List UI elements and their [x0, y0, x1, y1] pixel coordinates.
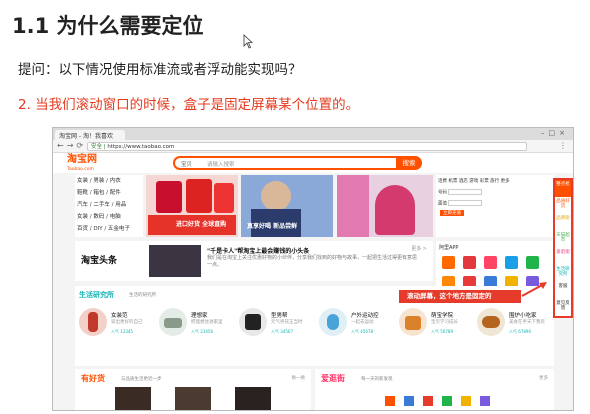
point-text: 2. 当我们滚动窗口的时候，盒子是固定屏幕某个位置的。	[18, 97, 360, 113]
category-item[interactable]: 汽车 / 二手车 / 用品	[75, 199, 143, 211]
living-sub: 生活的研究所	[129, 293, 156, 298]
recharge-button[interactable]: 立即充值	[440, 210, 464, 216]
browser-tab[interactable]: 淘宝网 - 淘！我喜欢	[55, 130, 125, 140]
taobao-logo[interactable]: 淘宝网 Taobao.com	[67, 155, 97, 175]
fixed-item[interactable]: 品质好货	[555, 197, 571, 214]
juhuasuan-app-icon[interactable]	[484, 256, 497, 269]
fixed-item[interactable]: 天猫超市	[555, 231, 571, 248]
slide-title: 1.1 为什么需要定位	[12, 14, 204, 38]
browser-window: 淘宝网 - 淘！我喜欢 –□× ←→⟳ 安全 | https://www.tao…	[52, 127, 574, 411]
banner-fashion[interactable]	[337, 175, 433, 237]
ai-title: 爱逛街	[321, 374, 345, 383]
category-item[interactable]: 女装 / 男装 / 内衣	[75, 175, 143, 187]
alipay-app-icon[interactable]	[505, 256, 518, 269]
good-title: 有好货	[81, 374, 105, 383]
recharge-panel: 话费 机票 酒店 游戏 彩票 旅行 更多 号码 面值 立即充值	[436, 175, 554, 237]
ai-sub: 每一天的新发现	[361, 377, 393, 382]
banner1-text: 进口好货 全球直购	[176, 221, 227, 228]
good-section: 有好货 与品质生活更近一步 换一换	[75, 369, 311, 410]
banner-import[interactable]: 进口好货 全球直购	[146, 175, 238, 237]
fixed-item[interactable]: 客服	[555, 282, 571, 299]
headlines-sub: 我们是在淘宝上关注优惠好物的小伙伴，分享我们找到的好物与故事，一起把生活过得更有…	[207, 255, 418, 268]
amount-row: 面值	[436, 198, 554, 209]
amount-select[interactable]	[448, 199, 483, 206]
annotation-callout: 滚动屏幕，这个地方是固定的	[399, 290, 521, 303]
product-thumb[interactable]	[115, 387, 151, 410]
living-item[interactable]: 理想家 把理想住进家里 人气 23456	[159, 308, 235, 348]
good-sub: 与品质生活更近一步	[121, 377, 162, 382]
taobao-app-icon[interactable]	[442, 256, 455, 269]
search-category[interactable]: 宝贝	[181, 160, 192, 168]
living-item[interactable]: 户外运动控 一起去运动 人气 45678	[319, 308, 395, 348]
arrow-icon	[521, 282, 547, 297]
browser-menu-icon[interactable]: ⋮	[559, 141, 567, 150]
category-item[interactable]: 鞋靴 / 箱包 / 配件	[75, 187, 143, 199]
phone-input[interactable]	[448, 189, 483, 195]
ai-more-link[interactable]: 更多	[539, 375, 548, 381]
category-item[interactable]: 百货 / DIY / 五金电子	[75, 223, 143, 235]
banner-drink[interactable]: 真享好喝 新品尝鲜	[241, 175, 333, 237]
search-button[interactable]: 搜索	[396, 156, 422, 170]
living-item[interactable]: 萌宝学院 宝贝学习成长 人气 56789	[399, 308, 475, 348]
product-thumb[interactable]	[235, 387, 271, 410]
headlines-more-link[interactable]: 更多 >	[411, 245, 427, 252]
url-text: https://www.taobao.com	[107, 144, 175, 150]
fixed-item[interactable]: 爱逛街	[555, 248, 571, 265]
taobao-header: 淘宝网 Taobao.com 宝贝 请输入搜索 搜索	[53, 153, 573, 175]
slide: 1.1 为什么需要定位 提问：以下情况使用标准流或者浮动能实现吗？ 2. 当我们…	[0, 0, 590, 414]
taobao-page: 淘宝网 Taobao.com 宝贝 请输入搜索 搜索 女装 / 男装 / 内衣 鞋…	[53, 153, 573, 410]
url-input[interactable]: 安全 | https://www.taobao.com	[87, 142, 527, 151]
wechat-app-icon[interactable]	[526, 256, 539, 269]
fixed-item[interactable]: 整点抢	[555, 180, 571, 197]
tmall-app-icon[interactable]	[463, 256, 476, 269]
headlines-section: 淘宝头条 "千是卡人"帮淘宝上最会赚钱的小头条 我们是在淘宝上关注优惠好物的小伙…	[75, 241, 433, 281]
fixed-item[interactable]: 意见反馈	[555, 299, 571, 316]
living-item[interactable]: 围炉小吃家 美食在手天下我有 人气 67890	[477, 308, 553, 348]
living-item[interactable]: 型男帮 元气男孩正当时 人气 34567	[239, 308, 315, 348]
fixed-item[interactable]: 生活研究所	[555, 265, 571, 282]
ai-section: 爱逛街 每一天的新发现 更多	[315, 369, 554, 410]
recharge-row: 立即充值	[436, 208, 554, 218]
secure-label: 安全	[91, 144, 103, 150]
living-item[interactable]: 女装范 穿出更好的自己 人气 12345	[79, 308, 155, 348]
category-menu: 女装 / 男装 / 内衣 鞋靴 / 箱包 / 配件 汽车 / 二手车 / 用品 …	[75, 175, 143, 237]
fixed-item[interactable]: 品牌街	[555, 214, 571, 231]
fixed-sidebar: 整点抢 品质好货 品牌街 天猫超市 爱逛街 生活研究所 客服 意见反馈	[553, 178, 573, 318]
question-text: 提问：以下情况使用标准流或者浮动能实现吗？	[18, 62, 302, 78]
address-bar: ←→⟳ 安全 | https://www.taobao.com ⋮	[53, 140, 573, 153]
nav-buttons-icon[interactable]: ←→⟳	[57, 141, 86, 150]
tab-bar: 淘宝网 - 淘！我喜欢 –□×	[53, 128, 573, 140]
headlines-logo: 淘宝头条	[81, 256, 118, 266]
living-title: 生活研究所	[79, 291, 114, 299]
product-thumb[interactable]	[175, 387, 211, 410]
recharge-tabs[interactable]: 话费 机票 酒店 游戏 彩票 旅行 更多	[436, 175, 554, 187]
category-item[interactable]: 女装 / 数码 / 电脑	[75, 211, 143, 223]
search-input[interactable]: 请输入搜索	[207, 160, 235, 168]
app-title: 阿里APP	[439, 245, 459, 251]
banner2-text: 真享好喝 新品尝鲜	[247, 223, 298, 230]
good-refresh-link[interactable]: 换一换	[292, 375, 306, 381]
ai-icons-row	[385, 391, 535, 406]
headlines-image[interactable]	[149, 245, 201, 277]
headlines-title[interactable]: "千是卡人"帮淘宝上最会赚钱的小头条	[207, 246, 309, 255]
window-controls[interactable]: –□×	[541, 129, 569, 137]
mouse-cursor-icon	[243, 34, 253, 49]
search-box[interactable]: 宝贝 请输入搜索	[173, 156, 421, 170]
phone-row: 号码	[436, 187, 554, 198]
